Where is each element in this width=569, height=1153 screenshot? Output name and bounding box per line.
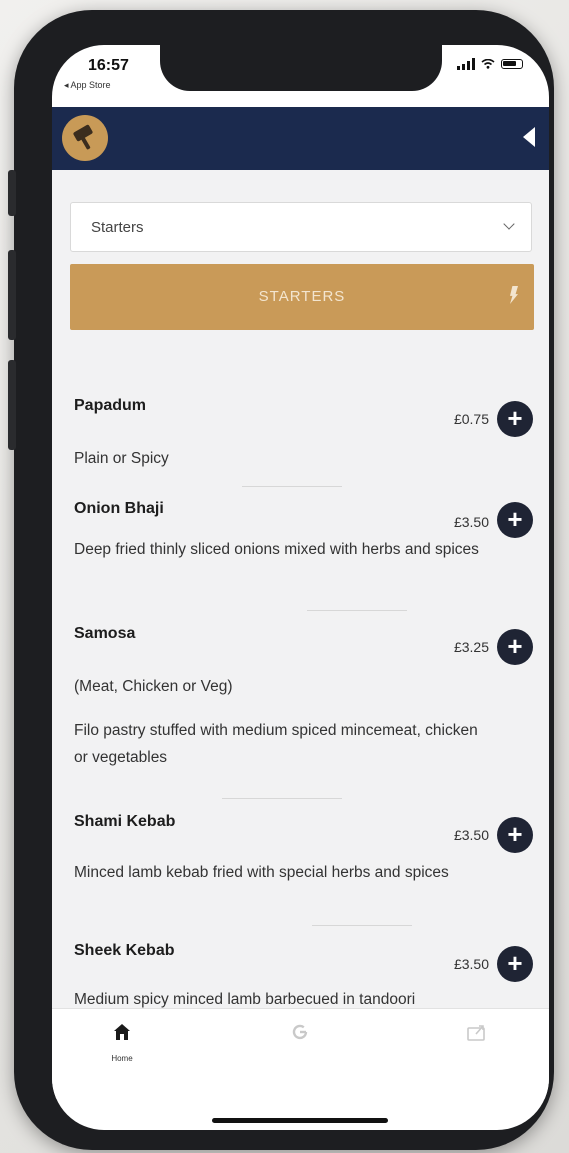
volume-up-button	[8, 250, 16, 340]
menu-item-price: £3.25	[453, 639, 489, 655]
category-select[interactable]: Starters	[70, 202, 532, 252]
item-divider	[312, 925, 412, 926]
menu-item-price: £3.50	[453, 827, 489, 843]
add-to-order-button[interactable]: +	[497, 817, 533, 853]
battery-icon	[501, 59, 523, 69]
tab-share[interactable]	[427, 1023, 527, 1054]
app-header	[52, 107, 549, 170]
home-indicator	[212, 1118, 388, 1123]
google-icon	[292, 1024, 308, 1040]
menu-item-description: Deep fried thinly sliced onions mixed wi…	[74, 541, 479, 558]
menu-item-description: (Meat, Chicken or Veg)	[74, 678, 233, 695]
add-to-order-button[interactable]: +	[497, 502, 533, 538]
status-icons	[457, 58, 523, 70]
add-to-order-button[interactable]: +	[497, 629, 533, 665]
wifi-icon	[481, 59, 495, 69]
notch	[160, 45, 442, 91]
chevron-down-icon	[503, 218, 515, 230]
mute-switch	[8, 170, 16, 216]
item-divider	[307, 610, 407, 611]
tab-google[interactable]	[250, 1023, 350, 1054]
menu-item-description: Minced lamb kebab fried with special her…	[74, 864, 449, 881]
menu-item-description: Plain or Spicy	[74, 450, 169, 467]
tab-home[interactable]: Home	[72, 1023, 172, 1063]
signal-icon	[457, 58, 475, 70]
category-banner-title: STARTERS	[258, 288, 346, 305]
chef-hat-logo-icon[interactable]	[62, 115, 108, 161]
menu-item-price: £3.50	[453, 514, 489, 530]
menu-item-name: Shami Kebab	[74, 813, 176, 830]
menu-item-description: Filo pastry stuffed with medium spiced m…	[74, 722, 478, 766]
back-to-app-store-link[interactable]: ◂ App Store	[64, 80, 111, 91]
caret-left-icon[interactable]	[523, 127, 535, 147]
menu-item-name: Onion Bhaji	[74, 500, 164, 517]
menu-item-name: Samosa	[74, 625, 136, 642]
category-banner[interactable]: STARTERS	[70, 264, 534, 330]
menu-item-price: £3.50	[453, 956, 489, 972]
share-icon	[467, 1025, 485, 1041]
phone-screen: 16:57 ◂ App Store Starters STARTERS Papa…	[52, 45, 549, 1130]
add-to-order-button[interactable]: +	[497, 401, 533, 437]
add-to-order-button[interactable]: +	[497, 946, 533, 982]
tab-home-label: Home	[111, 1054, 133, 1063]
bottom-tab-bar: Home	[52, 1008, 549, 1099]
menu-item-name: Sheek Kebab	[74, 942, 175, 959]
menu-item-price: £0.75	[453, 411, 489, 427]
category-select-value: Starters	[91, 219, 144, 236]
item-divider	[242, 486, 342, 487]
home-icon	[114, 1024, 130, 1040]
volume-down-button	[8, 360, 16, 450]
menu-item-name: Papadum	[74, 397, 147, 414]
menu-content[interactable]: Starters STARTERS Papadum £0.75 + Plain …	[52, 170, 549, 1008]
status-time: 16:57	[88, 57, 129, 74]
item-divider	[222, 798, 342, 799]
